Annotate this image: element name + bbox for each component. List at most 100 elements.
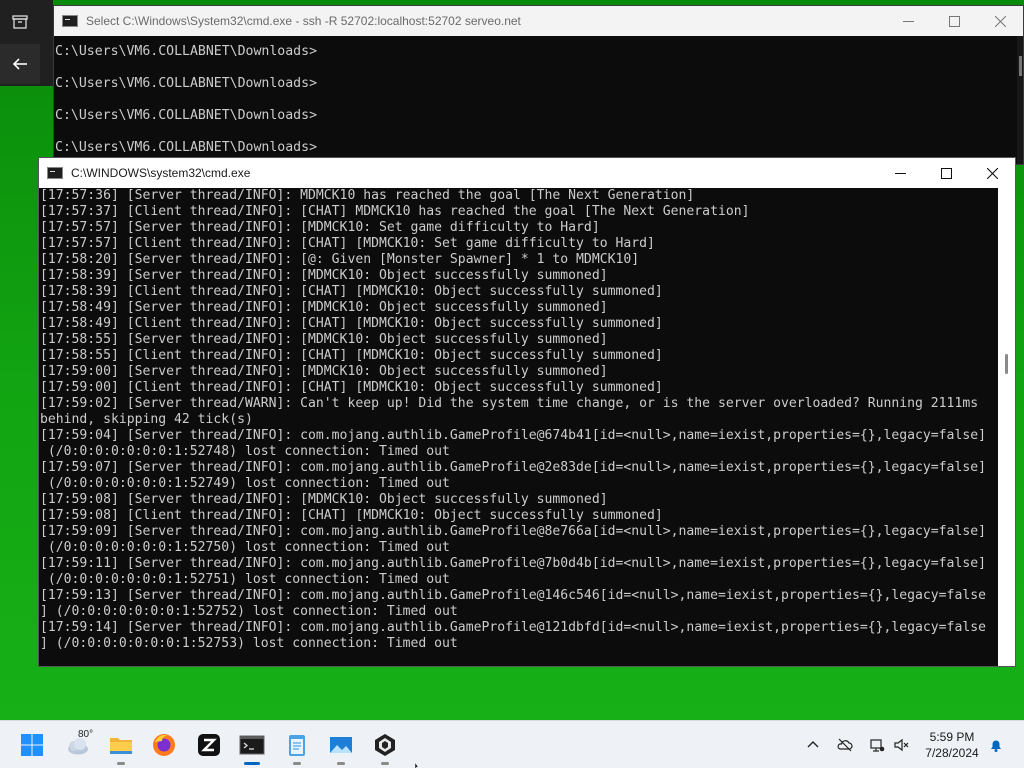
notifications-button[interactable] xyxy=(986,735,1006,755)
volume-button[interactable] xyxy=(891,735,911,755)
terminal-button[interactable] xyxy=(234,727,270,765)
cmd-console-window[interactable]: C:\WINDOWS\system32\cmd.exe [17:57:36] [… xyxy=(38,157,1016,667)
console-line: [17:57:36] [Server thread/INFO]: MDMCK10… xyxy=(40,188,695,203)
console-line: [17:57:57] [Server thread/INFO]: [MDMCK1… xyxy=(40,220,600,235)
ssh-window-title: Select C:\Windows\System32\cmd.exe - ssh… xyxy=(86,14,521,28)
cloud-offline-icon xyxy=(837,738,853,752)
minimize-icon xyxy=(894,172,906,174)
maximize-button[interactable] xyxy=(923,158,969,188)
chevron-up-icon xyxy=(807,741,819,748)
console-line: ] (/0:0:0:0:0:0:0:1:52752) lost connecti… xyxy=(40,604,458,619)
console-line: [17:59:13] [Server thread/INFO]: com.moj… xyxy=(40,588,986,603)
maximize-icon xyxy=(948,15,960,27)
console-line: [17:59:09] [Server thread/INFO]: com.moj… xyxy=(40,524,986,539)
firefox-button[interactable] xyxy=(146,727,182,763)
cmd-window-titlebar[interactable]: C:\WINDOWS\system32\cmd.exe xyxy=(39,158,1015,188)
clock-date: 7/28/2024 xyxy=(925,746,979,760)
console-line: [17:58:39] [Client thread/INFO]: [CHAT] … xyxy=(40,284,663,299)
onedrive-button[interactable] xyxy=(835,735,855,755)
system-clock[interactable]: 5:59 PM 7/28/2024 xyxy=(918,729,986,761)
show-hidden-icons-button[interactable] xyxy=(803,735,823,755)
console-line: (/0:0:0:0:0:0:0:1:52748) lost connection… xyxy=(40,444,450,459)
console-line: [17:59:11] [Server thread/INFO]: com.moj… xyxy=(40,556,986,571)
console-line: [17:59:00] [Server thread/INFO]: [MDMCK1… xyxy=(40,364,608,379)
cmd-window-title: C:\WINDOWS\system32\cmd.exe xyxy=(71,166,251,180)
console-line: C:\Users\VM6.COLLABNET\Downloads> xyxy=(55,76,318,91)
console-line: [17:59:00] [Client thread/INFO]: [CHAT] … xyxy=(40,380,663,395)
active-indicator xyxy=(244,762,260,765)
console-line: [17:59:08] [Client thread/INFO]: [CHAT] … xyxy=(40,508,663,523)
zed-button[interactable] xyxy=(191,727,227,763)
cmd-icon xyxy=(62,15,78,27)
ssh-console-output[interactable]: C:\Users\VM6.COLLABNET\Downloads> C:\Use… xyxy=(54,36,1023,164)
console-line: [17:58:55] [Client thread/INFO]: [CHAT] … xyxy=(40,348,663,363)
photos-button[interactable] xyxy=(323,727,359,765)
running-indicator xyxy=(293,762,301,765)
arrow-left-icon xyxy=(12,58,27,70)
ssh-console-window[interactable]: Select C:\Windows\System32\cmd.exe - ssh… xyxy=(53,5,1024,165)
mouse-cursor-icon xyxy=(415,762,420,768)
ssh-window-titlebar[interactable]: Select C:\Windows\System32\cmd.exe - ssh… xyxy=(54,6,1023,36)
console-line: (/0:0:0:0:0:0:0:1:52750) lost connection… xyxy=(40,540,450,555)
zed-icon xyxy=(198,734,220,756)
start-button[interactable] xyxy=(14,727,50,763)
minecraft-icon xyxy=(375,734,395,756)
minimize-button[interactable] xyxy=(877,158,923,188)
side-panel xyxy=(0,0,53,86)
running-indicator xyxy=(381,762,389,765)
console-line: (/0:0:0:0:0:0:0:1:52749) lost connection… xyxy=(40,476,450,491)
cmd-icon xyxy=(47,167,63,179)
cmd-scrollbar[interactable] xyxy=(998,188,1015,666)
minecraft-button[interactable] xyxy=(367,727,403,765)
close-button[interactable] xyxy=(977,6,1023,36)
terminal-icon xyxy=(239,735,265,755)
console-line: [17:59:14] [Server thread/INFO]: com.moj… xyxy=(40,620,986,635)
photos-icon xyxy=(330,737,352,753)
windows-logo-icon xyxy=(21,734,43,756)
maximize-button[interactable] xyxy=(931,6,977,36)
console-line: [17:58:49] [Client thread/INFO]: [CHAT] … xyxy=(40,316,663,331)
volume-muted-icon xyxy=(894,738,909,752)
clock-time: 5:59 PM xyxy=(929,730,975,744)
console-line: C:\Users\VM6.COLLABNET\Downloads> xyxy=(55,44,318,59)
network-icon xyxy=(870,739,885,752)
console-line: [17:58:55] [Server thread/INFO]: [MDMCK1… xyxy=(40,332,608,347)
console-line: [17:59:02] [Server thread/WARN]: Can't k… xyxy=(40,396,979,411)
archive-button[interactable] xyxy=(0,2,40,42)
minimize-button[interactable] xyxy=(885,6,931,36)
console-line: [17:58:49] [Server thread/INFO]: [MDMCK1… xyxy=(40,300,608,315)
file-explorer-button[interactable] xyxy=(103,727,139,765)
notepad-button[interactable] xyxy=(279,727,315,765)
console-line: [17:57:37] [Client thread/INFO]: [CHAT] … xyxy=(40,204,750,219)
console-line: C:\Users\VM6.COLLABNET\Downloads> xyxy=(55,108,318,123)
console-line: (/0:0:0:0:0:0:0:1:52751) lost connection… xyxy=(40,572,450,587)
close-icon xyxy=(994,15,1006,27)
network-button[interactable] xyxy=(867,735,887,755)
console-line: [17:58:39] [Server thread/INFO]: [MDMCK1… xyxy=(40,268,608,283)
maximize-icon xyxy=(940,167,952,179)
ssh-scrollbar[interactable] xyxy=(1017,36,1023,164)
weather-temperature: 80° xyxy=(78,729,94,740)
console-line: [17:59:07] [Server thread/INFO]: com.moj… xyxy=(40,460,986,475)
back-button[interactable] xyxy=(0,44,40,84)
minimize-icon xyxy=(902,20,914,22)
console-line: ] (/0:0:0:0:0:0:0:1:52753) lost connecti… xyxy=(40,636,458,651)
scrollbar-thumb[interactable] xyxy=(1005,354,1008,374)
console-line: [17:59:08] [Server thread/INFO]: [MDMCK1… xyxy=(40,492,608,507)
console-line: [17:59:04] [Server thread/INFO]: com.moj… xyxy=(40,428,986,443)
console-line: [17:57:57] [Client thread/INFO]: [CHAT] … xyxy=(40,236,655,251)
scrollbar-thumb[interactable] xyxy=(1019,56,1022,76)
console-line: behind, skipping 42 tick(s) xyxy=(40,412,253,427)
folder-icon xyxy=(110,738,132,754)
archive-icon xyxy=(12,15,28,29)
bell-icon xyxy=(991,740,1001,752)
taskbar: 80° 5:59 PM 7/28/2024 xyxy=(0,720,1024,768)
console-line: [17:58:20] [Server thread/INFO]: [@: Giv… xyxy=(40,252,640,267)
cmd-console-output[interactable]: [17:57:36] [Server thread/INFO]: MDMCK10… xyxy=(39,188,998,666)
notepad-icon xyxy=(289,735,305,756)
firefox-icon xyxy=(153,734,175,756)
close-button[interactable] xyxy=(969,158,1015,188)
close-icon xyxy=(986,167,998,179)
running-indicator xyxy=(117,762,125,765)
running-indicator xyxy=(337,762,345,765)
